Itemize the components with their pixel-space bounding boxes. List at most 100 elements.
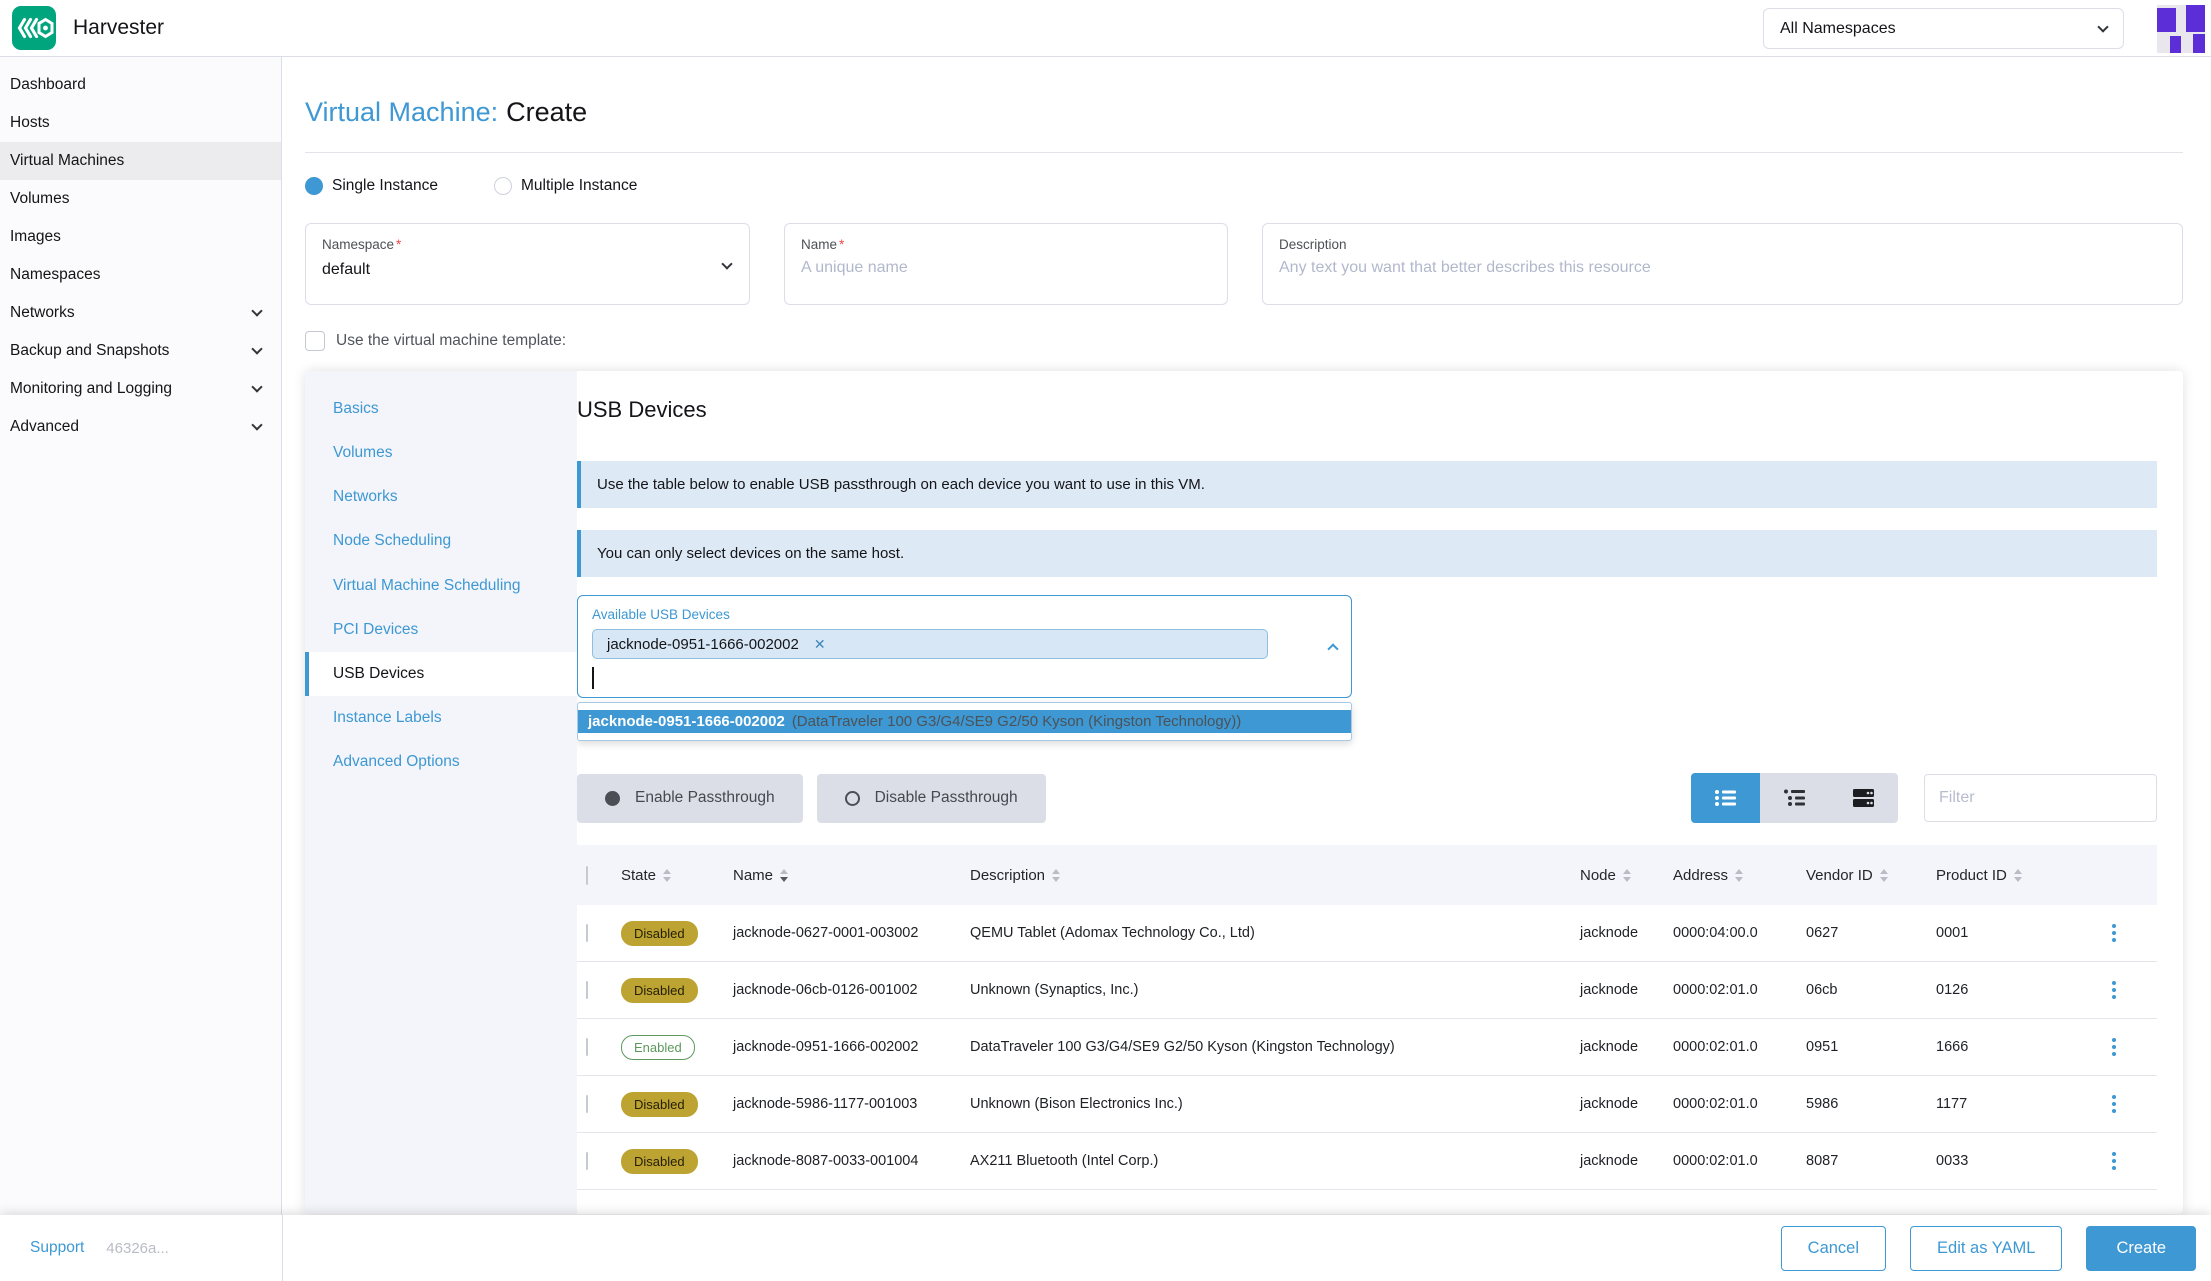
sidebar-item-images[interactable]: Images <box>0 218 281 256</box>
status-badge: Disabled <box>621 977 698 1003</box>
card-view-button[interactable] <box>1829 773 1898 823</box>
row-actions-kebab-icon[interactable] <box>2105 1095 2123 1113</box>
required-marker: * <box>396 237 402 252</box>
tab-virtual-machine-scheduling[interactable]: Virtual Machine Scheduling <box>305 564 577 608</box>
row-actions-kebab-icon[interactable] <box>2105 981 2123 999</box>
namespace-filter-value: All Namespaces <box>1780 19 1896 37</box>
filter-input[interactable] <box>1924 774 2157 822</box>
row-checkbox[interactable] <box>586 1152 588 1170</box>
namespace-value: default <box>322 261 371 278</box>
sort-icon <box>2013 868 2022 882</box>
row-checkbox[interactable] <box>586 981 588 999</box>
radio-selected-icon <box>305 177 323 195</box>
column-header-name[interactable]: Name <box>733 867 970 884</box>
row-checkbox[interactable] <box>586 924 588 942</box>
row-actions-kebab-icon[interactable] <box>2105 924 2123 942</box>
usb-device-combobox[interactable]: Available USB Devices jacknode-0951-1666… <box>577 595 1352 698</box>
chevron-down-icon <box>251 381 263 393</box>
dropdown-option[interactable]: jacknode-0951-1666-002002 (DataTraveler … <box>578 710 1351 733</box>
tab-pci-devices[interactable]: PCI Devices <box>305 608 577 652</box>
row-actions-kebab-icon[interactable] <box>2105 1152 2123 1170</box>
top-bar: Harvester All Namespaces <box>0 0 2211 57</box>
device-address: 0000:02:01.0 <box>1673 1096 1758 1112</box>
tab-volumes[interactable]: Volumes <box>305 431 577 475</box>
user-avatar[interactable] <box>2157 5 2205 53</box>
sidebar-item-virtual-machines[interactable]: Virtual Machines <box>0 142 281 180</box>
description-input[interactable] <box>1279 259 2166 277</box>
chevron-up-icon[interactable] <box>1327 643 1339 655</box>
title-divider <box>305 152 2183 153</box>
row-checkbox[interactable] <box>586 1038 588 1056</box>
device-product-id: 1177 <box>1936 1096 1968 1112</box>
tab-advanced-options[interactable]: Advanced Options <box>305 740 577 784</box>
disable-passthrough-button[interactable]: Disable Passthrough <box>816 773 1046 823</box>
support-link[interactable]: Support <box>30 1239 84 1257</box>
sidebar-item-backup-and-snapshots[interactable]: Backup and Snapshots <box>0 332 281 370</box>
column-header-address[interactable]: Address <box>1673 867 1806 884</box>
namespace-filter-select[interactable]: All Namespaces <box>1763 8 2124 49</box>
tab-basics[interactable]: Basics <box>305 387 577 431</box>
sort-icon <box>1622 868 1631 882</box>
list-view-button[interactable] <box>1691 773 1760 823</box>
device-node: jacknode <box>1580 1096 1639 1112</box>
row-checkbox[interactable] <box>586 1095 588 1113</box>
single-instance-radio[interactable]: Single Instance <box>305 177 438 195</box>
sidebar-item-dashboard[interactable]: Dashboard <box>0 66 281 104</box>
device-description: AX211 Bluetooth (Intel Corp.) <box>970 1153 1159 1169</box>
namespace-select[interactable]: Namespace * default <box>305 223 750 305</box>
sort-icon <box>663 868 672 882</box>
device-description: Unknown (Bison Electronics Inc.) <box>970 1096 1183 1112</box>
device-node: jacknode <box>1580 1039 1639 1055</box>
device-description: DataTraveler 100 G3/G4/SE9 G2/50 Kyson (… <box>970 1039 1395 1055</box>
column-header-product-id[interactable]: Product ID <box>1936 867 2071 884</box>
select-all-checkbox[interactable] <box>586 865 588 885</box>
row-actions-kebab-icon[interactable] <box>2105 1038 2123 1056</box>
tab-usb-devices[interactable]: USB Devices <box>305 651 577 696</box>
enable-passthrough-button[interactable]: Enable Passthrough <box>577 773 803 823</box>
description-field[interactable]: Description <box>1262 223 2183 305</box>
vm-meta-form: Namespace* default Name* Description <box>305 223 2183 305</box>
use-template-checkbox[interactable] <box>305 331 325 351</box>
grouped-view-button[interactable] <box>1760 773 1829 823</box>
usb-devices-content: USB Devices Use the table below to enabl… <box>577 371 2183 1214</box>
name-field[interactable]: Name * <box>784 223 1228 305</box>
edit-as-yaml-button[interactable]: Edit as YAML <box>1910 1225 2063 1271</box>
cancel-button[interactable]: Cancel <box>1780 1225 1887 1271</box>
column-header-state[interactable]: State <box>621 867 733 884</box>
sidebar-item-namespaces[interactable]: Namespaces <box>0 256 281 294</box>
footer-bar: Support 46326a... Cancel Edit as YAML Cr… <box>0 1215 2211 1281</box>
usb-devices-table: State Name Description Node Address Vend… <box>577 845 2157 1190</box>
table-row: Enabled jacknode-0951-1666-002002 DataTr… <box>577 1019 2157 1076</box>
column-header-description[interactable]: Description <box>970 867 1580 884</box>
selected-device-tag: jacknode-0951-1666-002002 ✕ <box>592 629 1268 659</box>
create-button[interactable]: Create <box>2086 1225 2196 1271</box>
device-name: jacknode-8087-0033-001004 <box>733 1153 919 1169</box>
info-banner-same-host: You can only select devices on the same … <box>577 530 2157 577</box>
sidebar-item-hosts[interactable]: Hosts <box>0 104 281 142</box>
sidebar-item-advanced[interactable]: Advanced <box>0 408 281 446</box>
tab-instance-labels[interactable]: Instance Labels <box>305 696 577 740</box>
status-badge: Enabled <box>621 1034 695 1060</box>
device-description: QEMU Tablet (Adomax Technology Co., Ltd) <box>970 925 1255 941</box>
tab-node-scheduling[interactable]: Node Scheduling <box>305 519 577 563</box>
usb-device-dropdown: jacknode-0951-1666-002002 (DataTraveler … <box>577 702 1352 741</box>
sidebar-item-networks[interactable]: Networks <box>0 294 281 332</box>
filled-circle-icon <box>605 790 620 806</box>
table-row: Disabled jacknode-0627-0001-003002 QEMU … <box>577 905 2157 962</box>
tab-networks[interactable]: Networks <box>305 475 577 519</box>
table-row: Disabled jacknode-06cb-0126-001002 Unkno… <box>577 962 2157 1019</box>
column-header-node[interactable]: Node <box>1580 867 1673 884</box>
sidebar-item-volumes[interactable]: Volumes <box>0 180 281 218</box>
sidebar-item-monitoring-and-logging[interactable]: Monitoring and Logging <box>0 370 281 408</box>
multiple-instance-radio[interactable]: Multiple Instance <box>494 177 637 195</box>
name-input[interactable] <box>801 259 1211 277</box>
harvester-logo-icon <box>12 6 56 50</box>
remove-tag-icon[interactable]: ✕ <box>814 636 826 653</box>
chevron-down-icon <box>251 419 263 431</box>
sort-icon <box>780 868 789 882</box>
device-name: jacknode-06cb-0126-001002 <box>733 982 918 998</box>
table-row: Disabled jacknode-8087-0033-001004 AX211… <box>577 1133 2157 1190</box>
column-header-vendor-id[interactable]: Vendor ID <box>1806 867 1936 884</box>
footer-left: Support 46326a... <box>0 1215 283 1281</box>
device-name: jacknode-0951-1666-002002 <box>733 1039 919 1055</box>
